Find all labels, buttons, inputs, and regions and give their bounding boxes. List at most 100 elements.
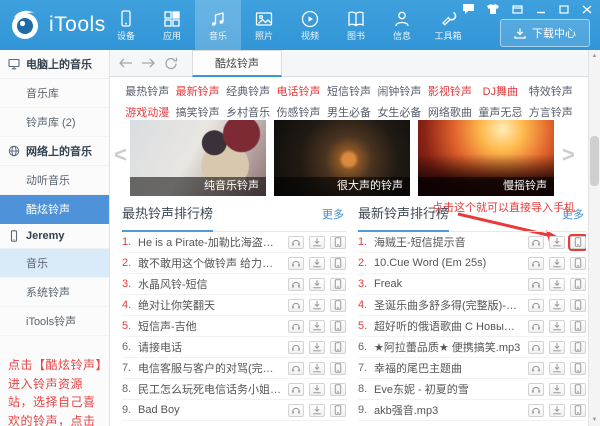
sidebar-item-itools-ringtones[interactable]: iTools铃声 [0, 307, 109, 336]
banner-remix-ringtones[interactable]: 慢摇铃声 [418, 120, 554, 196]
listen-button[interactable] [288, 319, 304, 333]
download-button[interactable] [309, 256, 325, 270]
ringtone-title[interactable]: 海贼王-短信提示音 [374, 234, 528, 250]
back-icon[interactable] [118, 57, 133, 69]
minimize-icon[interactable] [536, 5, 546, 14]
ringtone-title[interactable]: 民工怎么玩死电信话务小姐的-搞笑铃… [138, 381, 288, 397]
category-link[interactable]: 经典铃声 [223, 83, 273, 99]
category-link[interactable]: 女生必备 [374, 104, 424, 120]
nav-tab-music[interactable]: 音乐 [195, 0, 241, 50]
more-link[interactable]: 更多 [562, 206, 584, 222]
sidebar-item-dongting-music[interactable]: 动听音乐 [0, 166, 109, 195]
nav-tab-device[interactable]: 设备 [103, 0, 149, 50]
sidebar-item-ringtone-library[interactable]: 铃声库 (2) [0, 108, 109, 137]
download-button[interactable] [549, 340, 565, 354]
ringtone-title[interactable]: 10.Cue Word (Em 25s) [374, 257, 528, 269]
listen-button[interactable] [288, 256, 304, 270]
ringtone-title[interactable]: 水晶风铃-短信 [138, 276, 288, 292]
ringtone-title[interactable]: He is a Pirate-加勒比海盗原声 [138, 234, 288, 250]
banner-pure-music[interactable]: 纯音乐铃声 [130, 120, 266, 196]
category-link[interactable]: 童声无忌 [475, 104, 525, 120]
download-button[interactable] [549, 235, 565, 249]
download-center-button[interactable]: 下载中心 [500, 19, 590, 47]
download-button[interactable] [549, 319, 565, 333]
category-link[interactable]: 电话铃声 [273, 83, 323, 99]
download-button[interactable] [549, 298, 565, 312]
nav-tab-videos[interactable]: 视频 [287, 0, 333, 50]
listen-button[interactable] [288, 298, 304, 312]
category-link[interactable]: 搞笑铃声 [172, 104, 222, 120]
download-button[interactable] [309, 319, 325, 333]
import-to-phone-button[interactable] [570, 298, 586, 312]
category-link[interactable]: 特效铃声 [526, 83, 576, 99]
listen-button[interactable] [528, 298, 544, 312]
import-to-phone-button[interactable] [568, 233, 586, 251]
scroll-up-icon[interactable]: ▲ [589, 53, 600, 59]
listen-button[interactable] [288, 235, 304, 249]
listen-button[interactable] [288, 277, 304, 291]
import-to-phone-button[interactable] [330, 298, 346, 312]
category-link[interactable]: 最热铃声 [122, 83, 172, 99]
ringtone-title[interactable]: Freak [374, 278, 528, 290]
ringtone-title[interactable]: 敢不敢用这个做铃声 给力的搞笑人声 [138, 255, 288, 271]
refresh-icon[interactable] [164, 57, 178, 70]
forward-icon[interactable] [141, 57, 156, 69]
ringtone-title[interactable]: 超好听的俄语歌曲 С Новым годом [374, 318, 528, 334]
scroll-down-icon[interactable]: ▼ [589, 417, 600, 423]
listen-button[interactable] [288, 340, 304, 354]
category-link[interactable]: 乡村音乐 [223, 104, 273, 120]
listen-button[interactable] [528, 256, 544, 270]
import-to-phone-button[interactable] [330, 235, 346, 249]
listen-button[interactable] [528, 277, 544, 291]
download-button[interactable] [549, 361, 565, 375]
import-to-phone-button[interactable] [330, 256, 346, 270]
nav-tab-apps[interactable]: 应用 [149, 0, 195, 50]
import-to-phone-button[interactable] [330, 340, 346, 354]
ringtone-title[interactable]: 电信客服与客户的对骂(完整版)-爆笑… [138, 360, 288, 376]
ringtone-title[interactable]: 绝对让你笑翻天 [138, 297, 288, 313]
skin-icon[interactable] [487, 4, 499, 14]
listen-button[interactable] [528, 340, 544, 354]
import-to-phone-button[interactable] [570, 382, 586, 396]
category-link[interactable]: DJ舞曲 [475, 83, 525, 99]
carousel-next-icon[interactable]: > [562, 144, 575, 166]
nav-tab-photos[interactable]: 照片 [241, 0, 287, 50]
listen-button[interactable] [528, 361, 544, 375]
close-icon[interactable] [582, 4, 592, 14]
listen-button[interactable] [288, 382, 304, 396]
download-button[interactable] [309, 277, 325, 291]
download-button[interactable] [309, 235, 325, 249]
download-button[interactable] [309, 340, 325, 354]
category-link[interactable]: 影视铃声 [425, 83, 475, 99]
import-to-phone-button[interactable] [570, 403, 586, 417]
sidebar-item-system-ringtones[interactable]: 系统铃声 [0, 278, 109, 307]
import-to-phone-button[interactable] [570, 277, 586, 291]
category-link[interactable]: 闹钟铃声 [374, 83, 424, 99]
sidebar-item-device-music[interactable]: 音乐 [0, 249, 109, 278]
ringtone-title[interactable]: 请接电话 [138, 339, 288, 355]
category-link[interactable]: 游戏动漫 [122, 104, 172, 120]
download-button[interactable] [549, 277, 565, 291]
category-link[interactable]: 最新铃声 [172, 83, 222, 99]
listen-button[interactable] [288, 361, 304, 375]
import-to-phone-button[interactable] [330, 382, 346, 396]
category-link[interactable]: 方言铃声 [526, 104, 576, 120]
download-button[interactable] [309, 361, 325, 375]
category-link[interactable]: 网络歌曲 [425, 104, 475, 120]
ringtone-title[interactable]: Eve东妮 - 初夏的雪 [374, 381, 528, 397]
download-button[interactable] [309, 403, 325, 417]
ringtone-title[interactable]: 圣诞乐曲多舒多得(完整版)-影视广告… [374, 297, 528, 313]
listen-button[interactable] [528, 403, 544, 417]
nav-tab-books[interactable]: 图书 [333, 0, 379, 50]
category-link[interactable]: 伤感铃声 [273, 104, 323, 120]
category-link[interactable]: 短信铃声 [324, 83, 374, 99]
vertical-scrollbar[interactable]: ▲ ▼ [588, 50, 600, 426]
scrollbar-thumb[interactable] [590, 136, 599, 186]
listen-button[interactable] [528, 382, 544, 396]
download-button[interactable] [309, 298, 325, 312]
sidebar-item-cool-ringtones[interactable]: 酷炫铃声 [0, 195, 109, 224]
sidebar-item-music-library[interactable]: 音乐库 [0, 79, 109, 108]
ringtone-title[interactable]: ★阿拉蕾品质★ 便携搞笑.mp3 [374, 339, 528, 355]
download-button[interactable] [309, 382, 325, 396]
import-to-phone-button[interactable] [330, 403, 346, 417]
